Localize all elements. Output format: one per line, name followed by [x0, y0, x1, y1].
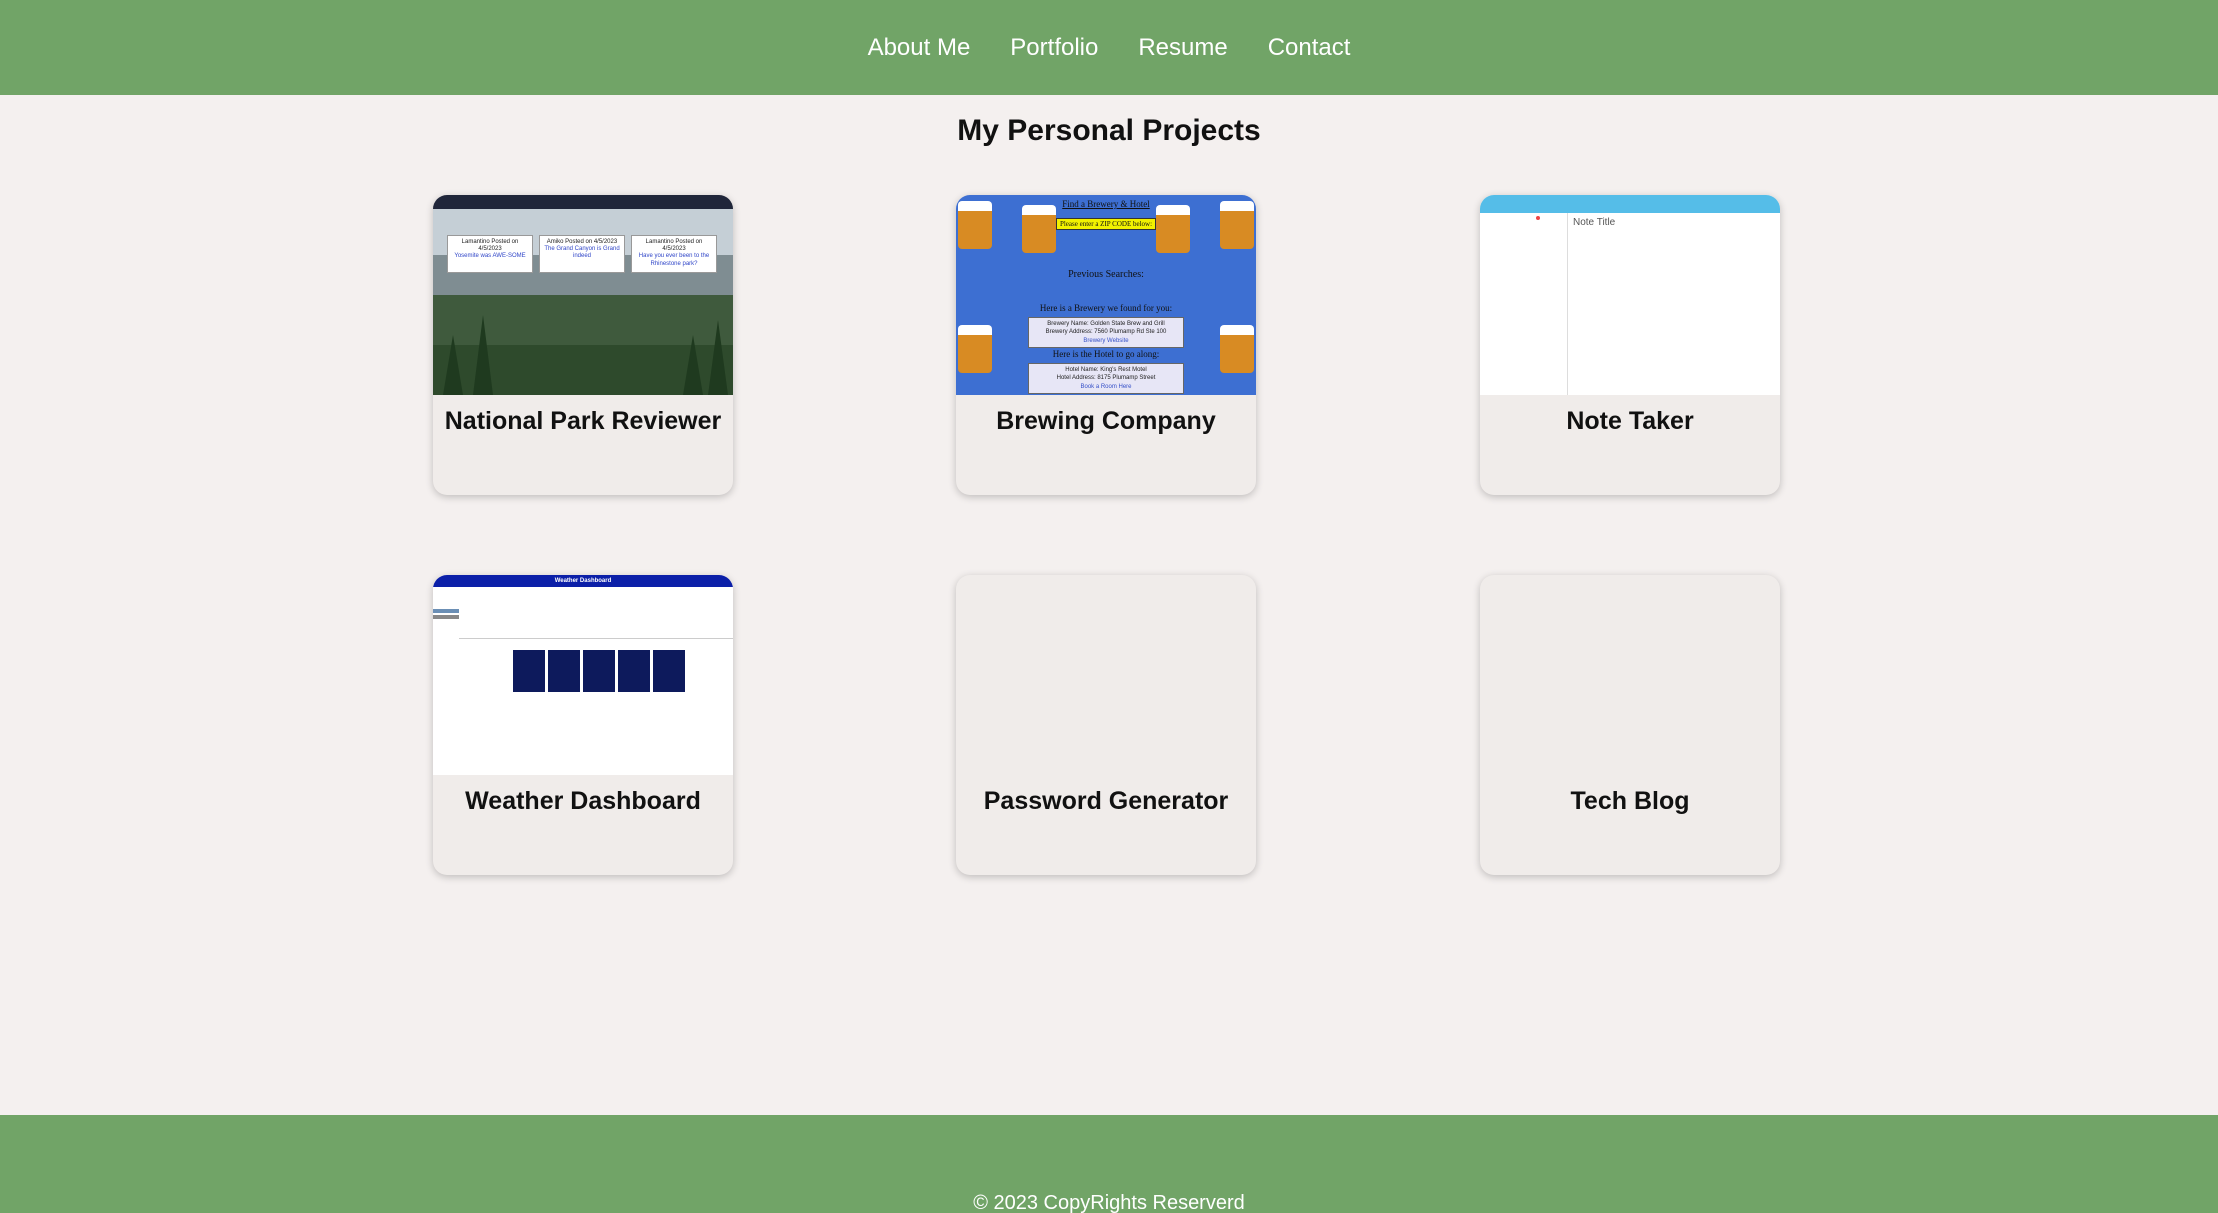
project-card-weather-dashboard[interactable]: Weather Dashboard Weather Dashboard	[433, 575, 733, 875]
forecast-card	[513, 650, 545, 692]
nav-contact[interactable]: Contact	[1268, 34, 1351, 62]
project-screenshot: Note Title	[1480, 195, 1780, 395]
project-title: Brewing Company	[996, 407, 1216, 435]
forecast-card	[618, 650, 650, 692]
delete-icon	[1536, 216, 1540, 220]
project-title: Password Generator	[983, 787, 1229, 815]
project-title: National Park Reviewer	[444, 407, 722, 435]
project-card-national-park-reviewer[interactable]: Lamantino Posted on 4/5/2023 Yosemite wa…	[433, 195, 733, 495]
nav-resume[interactable]: Resume	[1138, 34, 1227, 62]
preview-post-card: Lamantino Posted on 4/5/2023 Yosemite wa…	[447, 235, 533, 273]
preview-hotel-box: Hotel Name: King's Rest Motel Hotel Addr…	[1028, 363, 1184, 395]
nav-about-me[interactable]: About Me	[868, 34, 971, 62]
project-card-password-generator[interactable]: Password Generator	[956, 575, 1256, 875]
project-screenshot: Lamantino Posted on 4/5/2023 Yosemite wa…	[433, 195, 733, 395]
forecast-card	[653, 650, 685, 692]
forecast-card	[548, 650, 580, 692]
project-title: Weather Dashboard	[465, 787, 701, 815]
preview-brewery-box: Brewery Name: Golden State Brew and Gril…	[1028, 317, 1184, 349]
project-title: Note Taker	[1566, 407, 1694, 435]
project-card-tech-blog[interactable]: Tech Blog	[1480, 575, 1780, 875]
project-screenshot: Weather Dashboard	[433, 575, 733, 775]
top-navigation: About Me Portfolio Resume Contact	[0, 0, 2218, 95]
footer: © 2023 CopyRights Reserverd	[0, 1115, 2218, 1213]
copyright-text: © 2023 CopyRights Reserverd	[973, 1192, 1245, 1213]
beer-mug-icon	[1156, 205, 1190, 253]
preview-post-card: Amiko Posted on 4/5/2023 The Grand Canyo…	[539, 235, 625, 273]
project-screenshot: Find a Brewery & Hotel Please enter a ZI…	[956, 195, 1256, 395]
nav-portfolio[interactable]: Portfolio	[1010, 34, 1098, 62]
project-card-note-taker[interactable]: Note Title Note Taker	[1480, 195, 1780, 495]
page-title: My Personal Projects	[957, 114, 1261, 147]
forecast-card	[583, 650, 615, 692]
preview-post-card: Lamantino Posted on 4/5/2023 Have you ev…	[631, 235, 717, 273]
project-title: Tech Blog	[1570, 787, 1690, 815]
project-card-brewing-company[interactable]: Find a Brewery & Hotel Please enter a ZI…	[956, 195, 1256, 495]
beer-mug-icon	[1022, 205, 1056, 253]
